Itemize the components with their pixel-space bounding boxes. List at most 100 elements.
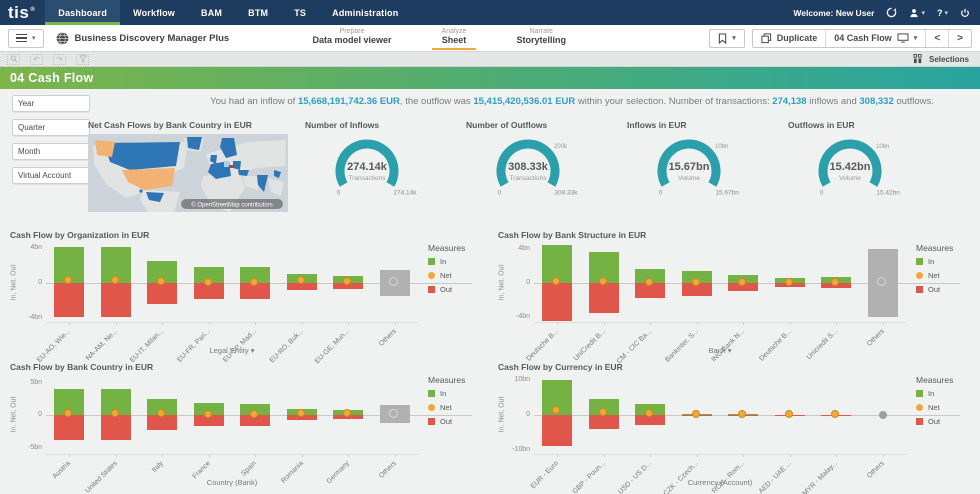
category-label[interactable]: Italy	[111, 460, 165, 494]
category-label[interactable]: Romania	[250, 460, 304, 494]
refresh-icon[interactable]	[886, 7, 897, 18]
clear-selections-icon[interactable]	[76, 54, 89, 65]
category-label[interactable]: MYR - Malay...	[785, 460, 839, 494]
bar-out[interactable]	[542, 283, 572, 321]
net-dot[interactable]	[645, 409, 653, 417]
bar-out[interactable]	[589, 415, 619, 429]
nav-tab-workflow[interactable]: Workflow	[120, 0, 188, 25]
x-tick	[116, 322, 117, 325]
redo-icon[interactable]: ↷	[53, 54, 66, 65]
legend-item-net[interactable]: Net	[916, 271, 953, 280]
bar-out[interactable]	[101, 415, 131, 440]
bar-out[interactable]	[147, 415, 177, 430]
x-axis-label[interactable]: Bank ▾	[534, 346, 906, 355]
net-dot[interactable]	[738, 278, 746, 286]
app-identity[interactable]: Business Discovery Manager Plus	[56, 32, 230, 45]
category-label[interactable]: United States	[64, 460, 118, 494]
net-dot[interactable]	[111, 276, 119, 284]
bar-out[interactable]	[101, 283, 131, 317]
bar-out[interactable]	[589, 283, 619, 313]
category-label[interactable]: USD - US D...	[599, 460, 653, 494]
net-dot[interactable]	[204, 410, 212, 418]
legend-item-net[interactable]: Net	[428, 271, 465, 280]
legend-item-out[interactable]: Out	[428, 285, 465, 294]
category-label[interactable]: Germany	[297, 460, 351, 494]
net-dot[interactable]	[692, 410, 700, 418]
filter-virtual-account[interactable]: Virtual Account	[12, 167, 90, 184]
legend-item-in[interactable]: In	[916, 257, 953, 266]
bar-out[interactable]	[287, 283, 317, 290]
category-label[interactable]: France	[157, 460, 211, 494]
summary-fragment: , the outflow was	[400, 96, 473, 107]
net-dot[interactable]	[738, 410, 746, 418]
net-dot[interactable]	[111, 409, 119, 417]
net-dot[interactable]	[204, 278, 212, 286]
legend-item-net[interactable]: Net	[428, 403, 465, 412]
net-dot[interactable]	[785, 278, 793, 286]
world-map[interactable]: © OpenStreetMap contributors	[88, 134, 288, 212]
category-label[interactable]: CZK - Czech...	[645, 460, 699, 494]
global-menu-button[interactable]: ▾	[8, 29, 44, 48]
kpi-outflows-in-eur[interactable]: Outflows in EUR15.42bnVolume015.42bn10bn	[788, 120, 946, 214]
category-label[interactable]: Spain	[204, 460, 258, 494]
net-dot[interactable]	[599, 408, 607, 416]
legend-item-net[interactable]: Net	[916, 403, 953, 412]
chart-cash-flow-by-currency-in-eur[interactable]: Cash Flow by Currency in EUR10bn0-10bnIn…	[496, 362, 968, 490]
legend-item-out[interactable]: Out	[428, 417, 465, 426]
bar-out[interactable]	[147, 283, 177, 304]
duplicate-button[interactable]: Duplicate	[753, 30, 826, 47]
bookmark-button[interactable]: ▾	[710, 30, 744, 47]
mode-storytelling[interactable]: NarrateStorytelling	[506, 26, 576, 50]
legend-item-out[interactable]: Out	[916, 417, 953, 426]
sheet-selector[interactable]: 04 Cash Flow ▾	[825, 30, 925, 47]
net-dot[interactable]	[599, 277, 607, 285]
chart-cash-flow-by-bank-structure-in-eur[interactable]: Cash Flow by Bank Structure in EUR4bn0-4…	[496, 230, 968, 358]
nav-tab-btm[interactable]: BTM	[235, 0, 281, 25]
x-axis-label[interactable]: Legal Entity ▾	[46, 346, 418, 355]
net-dot[interactable]	[297, 409, 305, 417]
selections-toggle[interactable]: Selections	[913, 54, 973, 64]
legend-item-in[interactable]: In	[428, 389, 465, 398]
next-sheet-button[interactable]: >	[948, 30, 971, 47]
legend-item-in[interactable]: In	[428, 257, 465, 266]
help-menu[interactable]: ? ▾	[937, 8, 948, 18]
prev-sheet-button[interactable]: <	[925, 30, 948, 47]
filter-quarter[interactable]: Quarter	[12, 119, 90, 136]
kpi-title: Number of Outflows	[466, 120, 624, 130]
undo-icon[interactable]: ↶	[30, 54, 43, 65]
bar-out[interactable]	[54, 415, 84, 440]
user-menu[interactable]: ▾	[909, 8, 925, 18]
mode-data-model-viewer[interactable]: PrepareData model viewer	[303, 26, 402, 50]
chart-cash-flow-by-bank-country-in-eur[interactable]: Cash Flow by Bank Country in EUR5bn0-5bn…	[8, 362, 480, 490]
nav-tab-ts[interactable]: TS	[281, 0, 319, 25]
category-label[interactable]: Others	[831, 460, 885, 494]
chart-cash-flow-by-organization-in-eur[interactable]: Cash Flow by Organization in EUR4bn0-4bn…	[8, 230, 480, 358]
nav-tab-administration[interactable]: Administration	[319, 0, 411, 25]
category-label[interactable]: RON - Rom...	[692, 460, 746, 494]
others-net-marker[interactable]	[879, 411, 887, 419]
kpi-number-of-outflows[interactable]: Number of Outflows308.33kTransactions030…	[466, 120, 624, 214]
nav-tab-bam[interactable]: BAM	[188, 0, 235, 25]
category-label[interactable]: Others	[343, 460, 397, 494]
category-label[interactable]: GBP - Poun...	[552, 460, 606, 494]
filter-month[interactable]: Month	[12, 143, 90, 160]
net-dot[interactable]	[64, 409, 72, 417]
net-dot[interactable]	[831, 278, 839, 286]
bar-out[interactable]	[542, 415, 572, 446]
legend-item-in[interactable]: In	[916, 389, 953, 398]
bar-out[interactable]	[54, 283, 84, 317]
category-label[interactable]: AED - UAE ...	[738, 460, 792, 494]
kpi-number-of-inflows[interactable]: Number of Inflows274.14kTransactions0274…	[305, 120, 463, 214]
net-dot[interactable]	[785, 410, 793, 418]
category-label[interactable]: Austria	[18, 460, 72, 494]
category-label[interactable]: EUR - Euro	[506, 460, 560, 494]
filter-year[interactable]: Year	[12, 95, 90, 112]
logout-button[interactable]	[960, 8, 970, 18]
net-dot[interactable]	[297, 276, 305, 284]
smart-search-icon[interactable]	[7, 54, 20, 65]
net-dot[interactable]	[831, 410, 839, 418]
nav-tab-dashboard[interactable]: Dashboard	[45, 0, 120, 25]
kpi-inflows-in-eur[interactable]: Inflows in EUR15.67bnVolume015.67bn10bn	[627, 120, 785, 214]
mode-sheet[interactable]: AnalyzeSheet	[432, 26, 477, 50]
legend-item-out[interactable]: Out	[916, 285, 953, 294]
